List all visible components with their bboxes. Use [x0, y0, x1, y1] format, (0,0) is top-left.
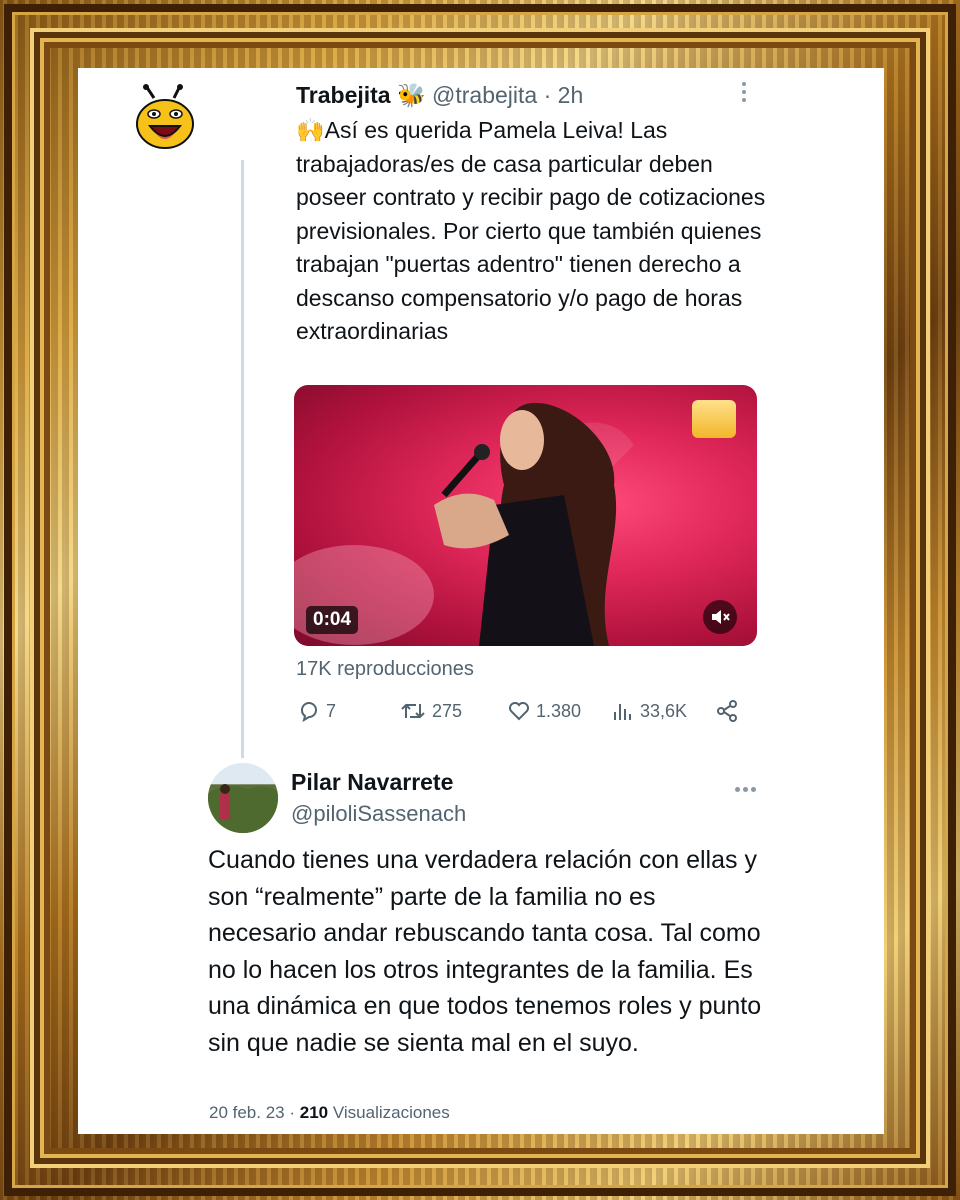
like-button[interactable]: 1.380	[508, 700, 581, 722]
tweet2-author-name[interactable]: Pilar Navarrete	[291, 769, 453, 796]
tweet2-handle[interactable]: @piloliSassenach	[291, 801, 466, 827]
reply-button[interactable]: 7	[298, 700, 336, 722]
retweet-count: 275	[432, 700, 463, 721]
share-icon	[717, 700, 737, 722]
tweet1-author-name[interactable]: Trabejita	[296, 82, 391, 108]
share-button[interactable]	[716, 700, 738, 722]
tweet2-views-label: Visualizaciones	[332, 1103, 450, 1122]
more-icon[interactable]	[735, 779, 759, 797]
bee-emoji-icon: 🐝	[397, 82, 426, 108]
header-separator: ·	[543, 82, 552, 108]
tweet1-time[interactable]: 2h	[558, 82, 584, 108]
retweet-icon	[401, 703, 425, 719]
tweet1-actions: 7 275 1.380 33,6K	[296, 700, 746, 726]
analytics-count: 33,6K	[640, 700, 688, 721]
tweet2-text: Cuando tienes una verdadera relación con…	[208, 846, 762, 1057]
bee-avatar[interactable]	[132, 84, 198, 150]
analytics-button[interactable]: 33,6K	[612, 700, 687, 722]
like-count: 1.380	[536, 700, 582, 721]
tweet2-meta: 20 feb. 23 · 210 Visualizaciones	[209, 1103, 450, 1123]
like-icon	[509, 702, 529, 721]
mute-icon[interactable]	[703, 600, 737, 634]
video-frame-singer	[294, 402, 634, 646]
reply-count: 7	[326, 700, 337, 721]
tweet1-header: Trabejita 🐝 @trabejita · 2h	[296, 82, 583, 109]
pilar-avatar[interactable]	[208, 763, 278, 833]
retweet-button[interactable]: 275	[400, 700, 462, 722]
video-timestamp: 0:04	[306, 606, 359, 634]
video-player[interactable]: 0:04	[294, 385, 757, 646]
tweet1-handle[interactable]: @trabejita	[432, 82, 537, 108]
meta-separator: ·	[289, 1103, 296, 1122]
tweet2-views-count: 210	[299, 1103, 329, 1122]
tweet1-text: 🙌Así es querida Pamela Leiva! Las trabaj…	[296, 117, 766, 344]
more-icon[interactable]	[738, 82, 750, 106]
thread-connector-line	[241, 160, 244, 758]
video-views: 17K reproducciones	[296, 658, 474, 680]
reply-icon	[301, 702, 317, 722]
analytics-icon	[614, 704, 631, 720]
channel-logo	[692, 400, 736, 438]
tweet2-date[interactable]: 20 feb. 23	[209, 1103, 285, 1122]
